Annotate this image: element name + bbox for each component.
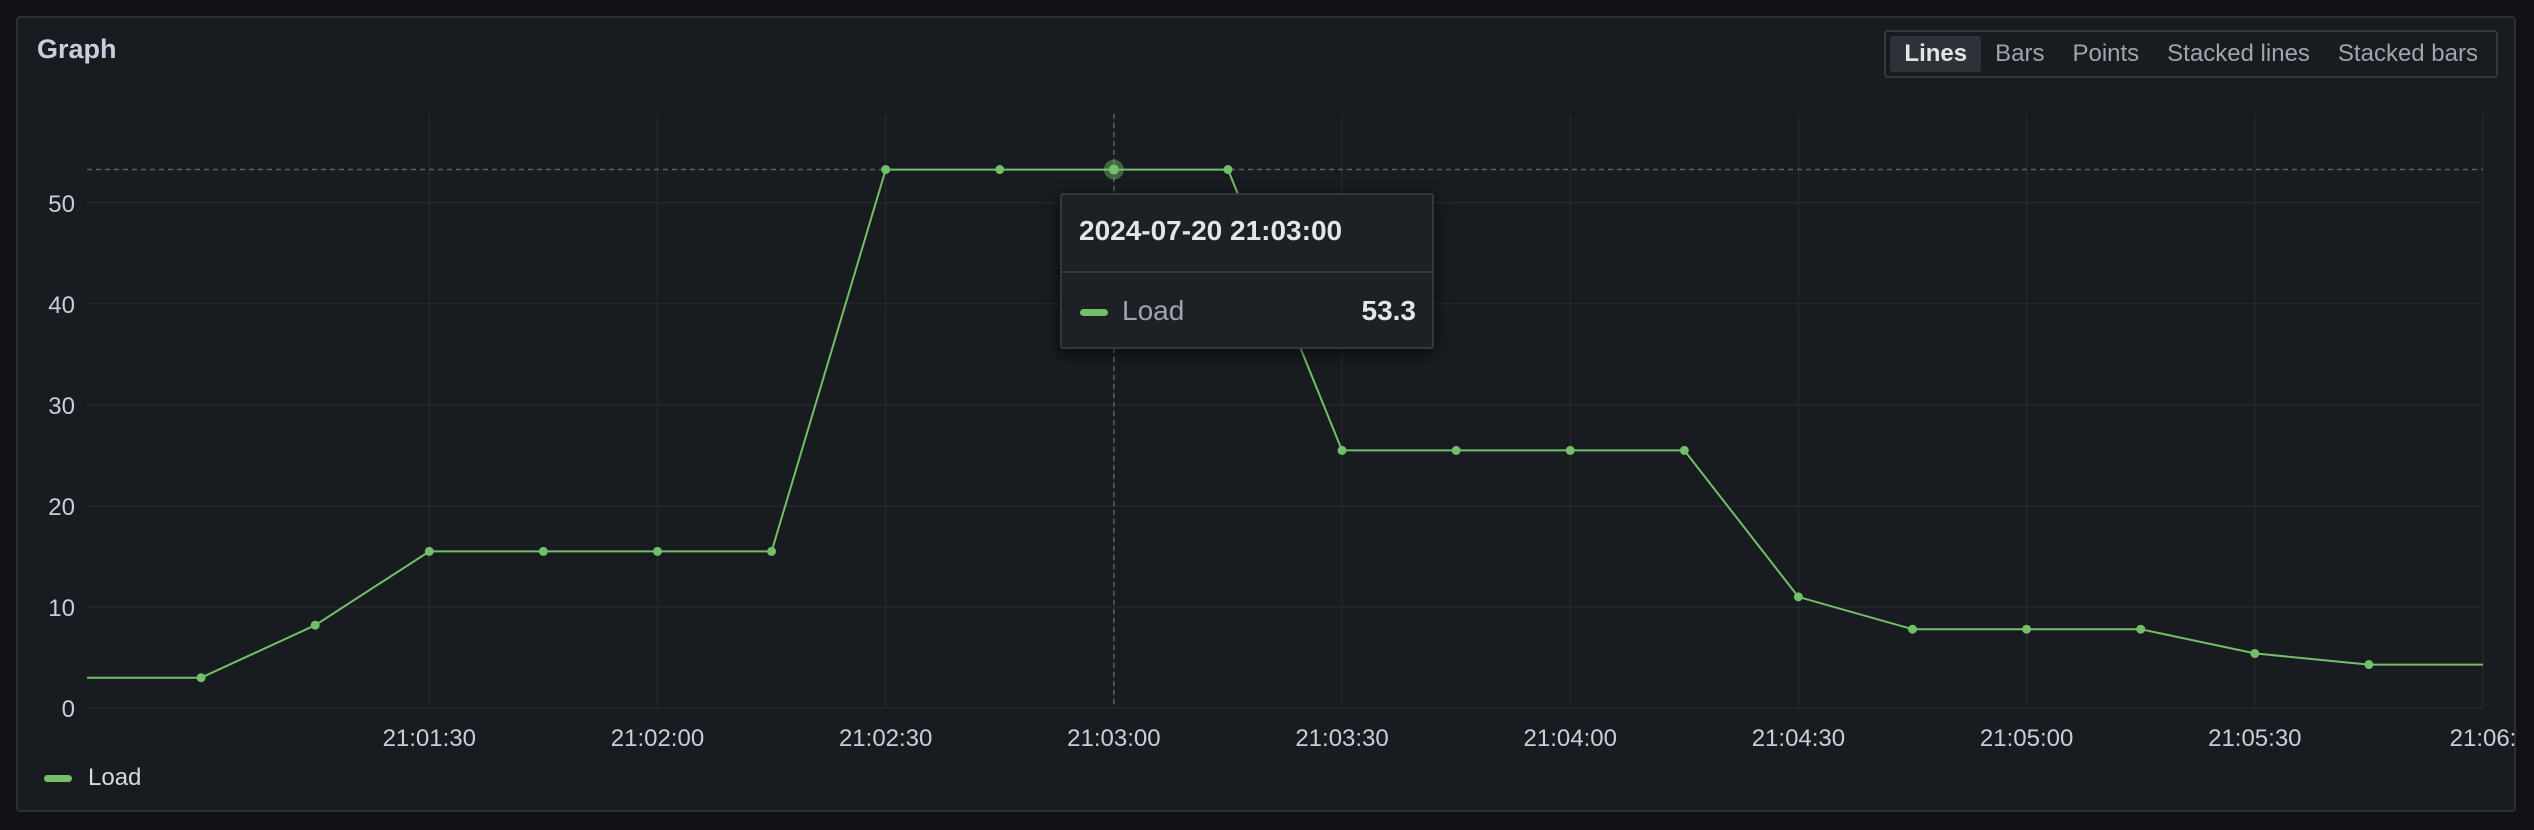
x-tick-label: 21:05:00 (1980, 725, 2073, 752)
x-tick-label: 21:02:00 (611, 725, 704, 752)
data-point (1679, 445, 1689, 455)
data-point (1908, 624, 1918, 634)
data-point (2250, 648, 2260, 658)
hover-tooltip: 2024-07-20 21:03:00 Load 53.3 (1060, 193, 1434, 349)
y-tick-label: 10 (48, 595, 75, 622)
data-point (196, 673, 206, 683)
data-point (1337, 445, 1347, 455)
legend-label: Load (88, 764, 142, 791)
data-point (652, 546, 662, 556)
x-tick-label: 21:04:30 (1752, 725, 1845, 752)
data-point (424, 546, 434, 556)
x-tick-label: 21:05:30 (2208, 725, 2301, 752)
legend-swatch (44, 774, 72, 782)
data-point (2022, 624, 2032, 634)
data-point (995, 165, 1005, 175)
tooltip-series-swatch (1080, 309, 1108, 316)
data-point (1451, 445, 1461, 455)
x-tick-label: 21:02:30 (839, 725, 932, 752)
y-tick-label: 0 (62, 696, 75, 723)
y-tick-label: 30 (48, 393, 75, 420)
y-tick-label: 40 (48, 292, 75, 319)
x-tick-label: 21:01:30 (383, 725, 476, 752)
hover-point (1108, 164, 1119, 175)
data-point (310, 620, 320, 630)
data-point (2136, 624, 2146, 634)
tooltip-series-label: Load (1122, 295, 1185, 326)
data-point (881, 165, 891, 175)
x-tick-label: 21:03:30 (1295, 725, 1388, 752)
x-tick-label: 21:03:00 (1067, 725, 1160, 752)
tooltip-series-value: 53.3 (1361, 295, 1417, 326)
y-tick-label: 20 (48, 494, 75, 521)
data-point (1565, 445, 1575, 455)
data-point (767, 546, 777, 556)
data-point (1793, 592, 1803, 602)
tooltip-time: 2024-07-20 21:03:00 (1079, 215, 1343, 246)
data-point (2364, 660, 2374, 670)
legend-item-load[interactable]: Load (44, 764, 141, 792)
x-tick-label: 21:04:00 (1524, 725, 1617, 752)
data-point (1223, 165, 1233, 175)
data-point (538, 546, 548, 556)
line-chart[interactable]: 0 10 20 30 40 50 21:01:30 21:02:00 21:02:30 21:03… (0, 0, 2534, 830)
y-tick-label: 50 (48, 191, 75, 218)
tooltip-divider (1062, 271, 1432, 273)
x-tick-label: 21:06: (2450, 725, 2517, 752)
